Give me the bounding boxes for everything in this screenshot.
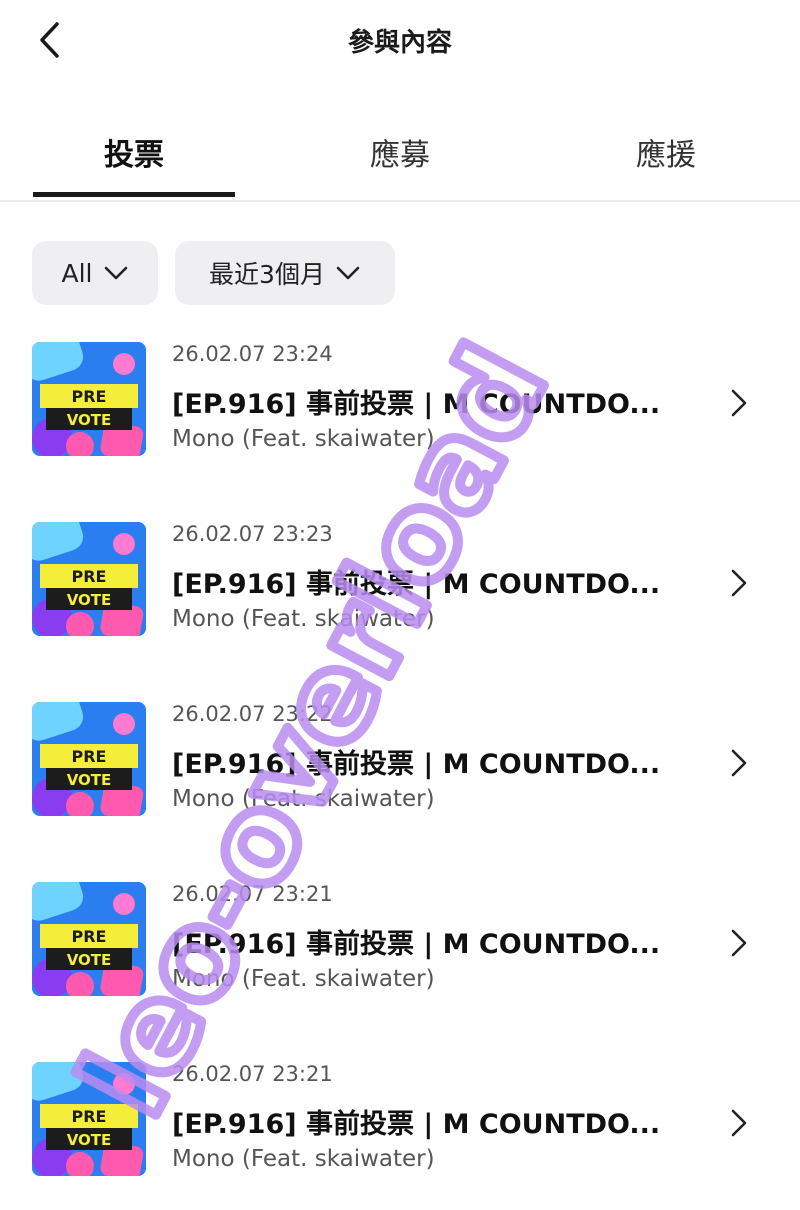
item-artist: Mono (Feat. skaiwater) — [172, 1146, 435, 1172]
thumbnail-text-vote: VOTE — [67, 951, 112, 969]
chevron-right-icon — [731, 389, 747, 417]
tab-bar: 投票 應募 應援 — [0, 112, 800, 202]
prevote-thumbnail: PRE VOTE — [32, 702, 146, 816]
item-title: [EP.916] 事前投票 | M COUNTDO... — [172, 1109, 661, 1140]
item-artist: Mono (Feat. skaiwater) — [172, 426, 435, 452]
list-item[interactable]: PRE VOTE 26.02.07 23:23 [EP.916] 事前投票 | … — [0, 510, 800, 670]
list-item[interactable]: PRE VOTE 26.02.07 23:21 [EP.916] 事前投票 | … — [0, 870, 800, 1030]
item-artist: Mono (Feat. skaiwater) — [172, 786, 435, 812]
chevron-right-icon — [731, 749, 747, 777]
list-item[interactable]: PRE VOTE 26.02.07 23:22 [EP.916] 事前投票 | … — [0, 690, 800, 850]
period-filter-dropdown[interactable]: 最近3個月 — [175, 241, 395, 305]
thumbnail-text-pre: PRE — [72, 1107, 107, 1126]
chevron-down-icon — [336, 266, 360, 280]
item-title: [EP.916] 事前投票 | M COUNTDO... — [172, 389, 661, 420]
tab-support[interactable]: 應援 — [566, 130, 766, 174]
category-filter-dropdown[interactable]: All — [32, 241, 158, 305]
period-filter-label: 最近3個月 — [209, 260, 325, 289]
item-title: [EP.916] 事前投票 | M COUNTDO... — [172, 569, 661, 600]
item-date: 26.02.07 23:23 — [172, 522, 333, 546]
list-item[interactable]: PRE VOTE 26.02.07 23:24 [EP.916] 事前投票 | … — [0, 330, 800, 490]
chevron-down-icon — [104, 266, 127, 280]
chevron-right-icon — [731, 569, 747, 597]
chevron-right-icon — [731, 929, 747, 957]
thumbnail-text-vote: VOTE — [67, 771, 112, 789]
item-date: 26.02.07 23:21 — [172, 882, 333, 906]
item-date: 26.02.07 23:22 — [172, 702, 333, 726]
tab-apply[interactable]: 應募 — [300, 130, 500, 174]
item-artist: Mono (Feat. skaiwater) — [172, 966, 435, 992]
thumbnail-text-pre: PRE — [72, 567, 107, 586]
thumbnail-text-pre: PRE — [72, 927, 107, 946]
prevote-thumbnail: PRE VOTE — [32, 522, 146, 636]
list-item[interactable]: PRE VOTE 26.02.07 23:21 [EP.916] 事前投票 | … — [0, 1050, 800, 1210]
prevote-thumbnail: PRE VOTE — [32, 1062, 146, 1176]
chevron-right-icon — [731, 1109, 747, 1137]
thumbnail-text-vote: VOTE — [67, 591, 112, 609]
category-filter-label: All — [61, 258, 93, 288]
item-title: [EP.916] 事前投票 | M COUNTDO... — [172, 749, 661, 780]
prevote-thumbnail: PRE VOTE — [32, 882, 146, 996]
item-date: 26.02.07 23:24 — [172, 342, 333, 366]
item-artist: Mono (Feat. skaiwater) — [172, 606, 435, 632]
tab-vote[interactable]: 投票 — [34, 130, 234, 174]
thumbnail-text-vote: VOTE — [67, 1131, 112, 1149]
thumbnail-text-pre: PRE — [72, 747, 107, 766]
top-bar: 參與內容 — [0, 0, 800, 90]
prevote-thumbnail: PRE VOTE — [32, 342, 146, 456]
item-date: 26.02.07 23:21 — [172, 1062, 333, 1086]
item-title: [EP.916] 事前投票 | M COUNTDO... — [172, 929, 661, 960]
thumbnail-text-vote: VOTE — [67, 411, 112, 429]
active-tab-indicator — [33, 192, 235, 197]
page-title: 參與內容 — [347, 28, 452, 58]
thumbnail-text-pre: PRE — [72, 387, 107, 406]
